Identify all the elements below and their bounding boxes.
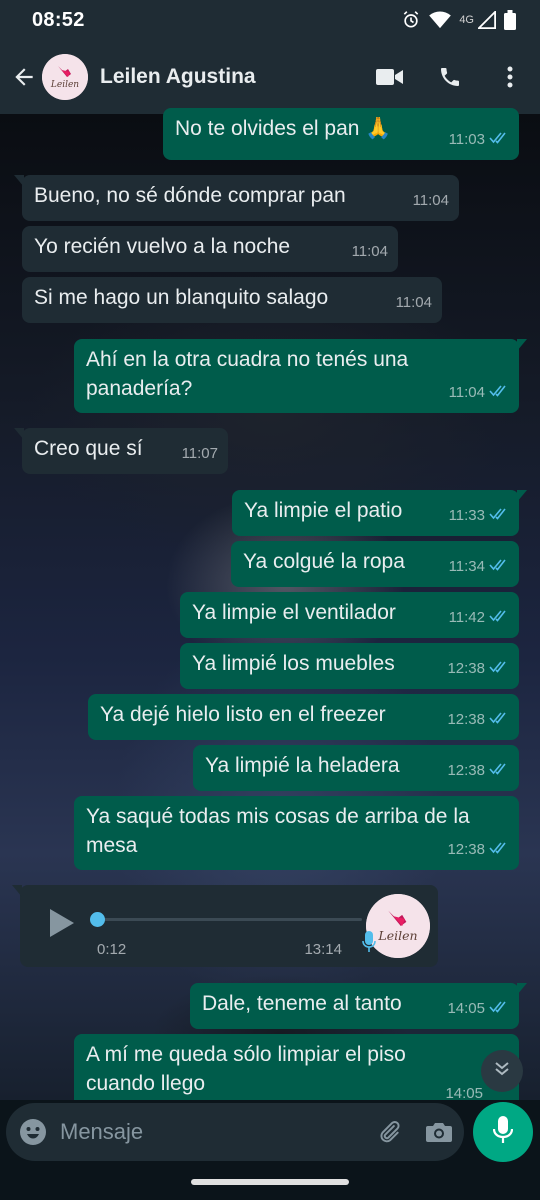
message-time: 11:07 — [181, 445, 218, 462]
message-bubble[interactable]: Ya saqué todas mis cosas de arriba de la… — [74, 796, 519, 870]
read-ticks-icon — [489, 378, 509, 407]
message-bubble[interactable]: Ya dejé hielo listo en el freezer 12:38 — [88, 694, 519, 740]
message-text: Bueno, no sé dónde comprar pan — [34, 184, 346, 207]
signal-icon — [478, 11, 496, 29]
voice-duration: 0:12 — [97, 941, 127, 958]
message-text: Ya limpie el patio — [244, 499, 403, 522]
message-bubble[interactable]: Ya limpié los muebles 12:38 — [180, 643, 519, 689]
message-time: 12:38 — [447, 841, 485, 858]
message-time: 11:04 — [351, 243, 388, 260]
message-bubble[interactable]: Ahí en la otra cuadra no tenés una panad… — [74, 339, 527, 413]
read-ticks-icon — [489, 835, 509, 864]
gesture-handle[interactable] — [191, 1179, 349, 1185]
message-time: 11:04 — [395, 294, 432, 311]
message-composer — [6, 1103, 464, 1161]
avatar-logo-text: Leilen — [50, 80, 79, 90]
voice-note-bubble[interactable]: 0:12 13:14 Leilen — [12, 885, 438, 967]
message-time: 11:04 — [448, 384, 485, 401]
message-bubble[interactable]: Ya limpié la heladera 12:38 — [193, 745, 519, 791]
contact-name[interactable]: Leilen Agustina — [100, 65, 256, 89]
alarm-icon — [401, 10, 421, 30]
message-bubble[interactable]: A mí me queda sólo limpiar el piso cuand… — [74, 1034, 519, 1102]
message-time: 12:38 — [447, 660, 485, 677]
message-text: Ya saqué todas mis cosas de arriba de la… — [86, 805, 470, 857]
read-ticks-icon — [489, 756, 509, 785]
read-ticks-icon — [489, 705, 509, 734]
message-bubble[interactable]: No te olvides el pan 🙏 11:03 — [163, 108, 519, 160]
message-time: 11:34 — [448, 558, 485, 575]
message-time: 14:05 — [447, 1000, 485, 1017]
read-ticks-icon — [489, 125, 509, 154]
double-chevron-down-icon — [493, 1060, 511, 1083]
more-options-icon[interactable] — [480, 53, 540, 101]
message-bubble[interactable]: Yo recién vuelvo a la noche 11:04 — [22, 226, 398, 272]
video-call-icon[interactable] — [360, 53, 420, 101]
mic-badge-icon — [362, 931, 376, 958]
message-time: 11:42 — [448, 609, 485, 626]
message-bubble[interactable]: Dale, teneme al tanto 14:05 — [190, 983, 527, 1029]
message-bubble[interactable]: Ya colgué la ropa 11:34 — [231, 541, 519, 587]
message-text: Ahí en la otra cuadra no tenés una panad… — [86, 348, 409, 400]
back-arrow-icon[interactable] — [6, 59, 42, 95]
message-bubble[interactable]: Ya limpie el ventilador 11:42 — [180, 592, 519, 638]
voice-progress-track[interactable] — [98, 918, 362, 921]
play-icon[interactable] — [44, 905, 80, 941]
message-time: 12:38 — [447, 762, 485, 779]
read-ticks-icon — [489, 501, 509, 530]
message-text: Ya limpié la heladera — [205, 754, 400, 777]
message-text: A mí me queda sólo limpiar el piso cuand… — [86, 1043, 406, 1095]
message-bubble[interactable]: Creo que sí 11:07 — [14, 428, 228, 474]
message-text: Ya limpié los muebles — [192, 652, 395, 675]
status-bar: 08:52 4G — [0, 0, 540, 40]
message-bubble[interactable]: Ya limpie el patio 11:33 — [232, 490, 527, 536]
message-bubble[interactable]: Si me hago un blanquito salago 11:04 — [22, 277, 442, 323]
voice-progress-knob[interactable] — [90, 912, 105, 927]
message-input[interactable] — [60, 1112, 364, 1152]
chat-header: Leilen Leilen Agustina — [0, 40, 540, 114]
message-text: Ya colgué la ropa — [243, 550, 405, 573]
message-text: Dale, teneme al tanto — [202, 992, 402, 1015]
message-text: No te olvides el pan 🙏 — [175, 117, 392, 140]
wifi-icon — [429, 11, 452, 29]
message-time: 13:14 — [304, 941, 342, 958]
message-text: Creo que sí — [34, 437, 143, 460]
read-ticks-icon — [489, 994, 509, 1023]
battery-icon — [504, 10, 516, 30]
camera-icon[interactable] — [414, 1120, 464, 1144]
message-time: 12:38 — [447, 711, 485, 728]
message-text: Si me hago un blanquito salago — [34, 286, 329, 309]
read-ticks-icon — [489, 654, 509, 683]
scroll-to-bottom-button[interactable] — [481, 1050, 523, 1092]
read-ticks-icon — [489, 603, 509, 632]
voice-record-button[interactable] — [473, 1102, 533, 1162]
voice-call-icon[interactable] — [420, 53, 480, 101]
message-text: Yo recién vuelvo a la noche — [34, 235, 291, 258]
message-time: 11:03 — [448, 131, 485, 148]
message-text: Ya limpie el ventilador — [192, 601, 396, 624]
avatar-logo-text: Leilen — [377, 928, 417, 943]
message-time: 11:04 — [412, 192, 449, 209]
microphone-icon — [492, 1115, 514, 1149]
message-bubble[interactable]: Bueno, no sé dónde comprar pan 11:04 — [14, 175, 459, 221]
attach-icon[interactable] — [364, 1119, 414, 1145]
contact-avatar[interactable]: Leilen — [42, 54, 88, 100]
message-text: Ya dejé hielo listo en el freezer — [100, 703, 386, 726]
emoji-icon[interactable] — [6, 1118, 60, 1146]
navigation-bar — [0, 1162, 540, 1200]
status-time: 08:52 — [32, 8, 85, 31]
message-time: 11:33 — [448, 507, 485, 524]
network-type: 4G — [459, 14, 474, 26]
message-time: 14:05 — [445, 1085, 483, 1102]
read-ticks-icon — [489, 552, 509, 581]
